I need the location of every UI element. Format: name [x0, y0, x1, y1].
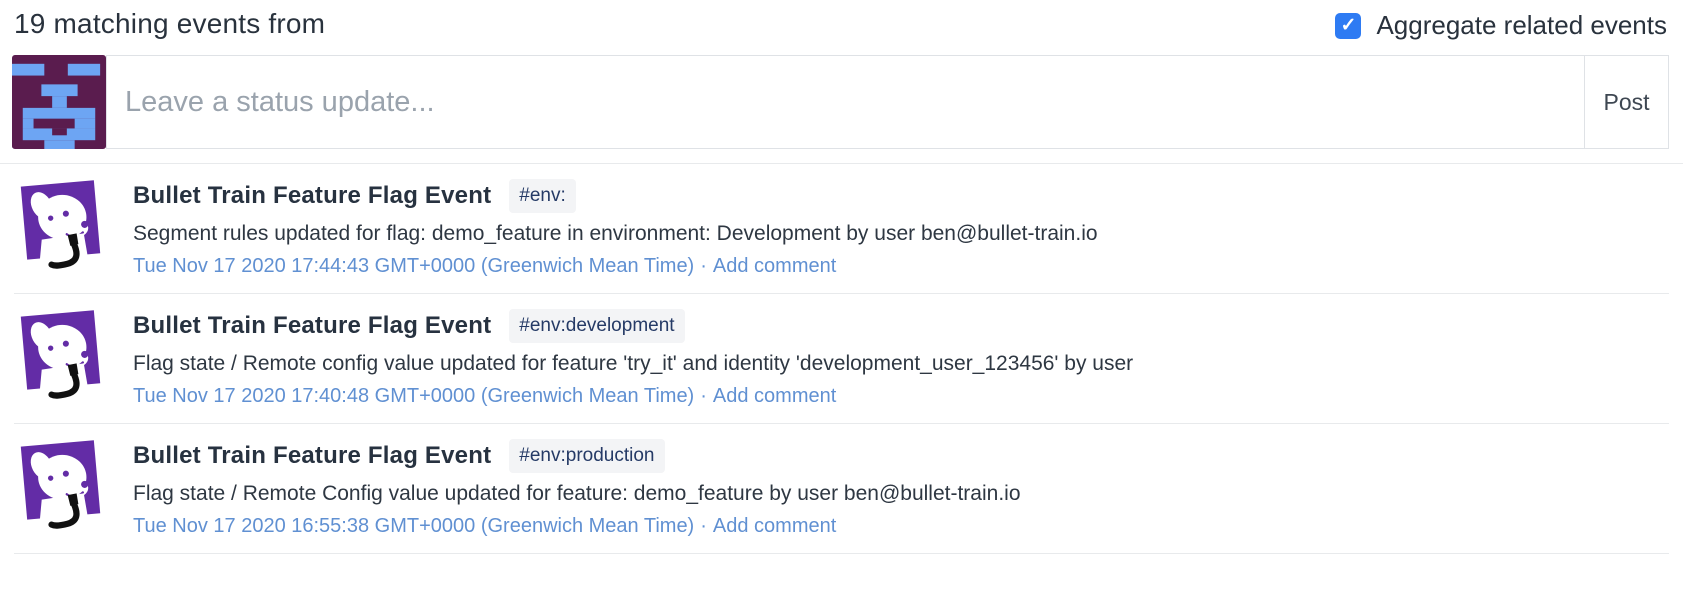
- post-button[interactable]: Post: [1584, 56, 1668, 148]
- event-content: Bullet Train Feature Flag Event #env: Se…: [133, 177, 1098, 278]
- aggregate-label: Aggregate related events: [1376, 10, 1667, 41]
- event-timestamp-link[interactable]: Tue Nov 17 2020 17:40:48 GMT+0000 (Green…: [133, 385, 694, 407]
- status-update-composer: Post: [12, 55, 1669, 149]
- event-title: Bullet Train Feature Flag Event: [133, 312, 491, 340]
- event-content: Bullet Train Feature Flag Event #env:pro…: [133, 437, 1021, 538]
- event-content: Bullet Train Feature Flag Event #env:dev…: [133, 307, 1133, 408]
- add-comment-link[interactable]: Add comment: [713, 385, 836, 407]
- env-tag-pill[interactable]: #env:: [509, 179, 575, 213]
- event-timestamp-link[interactable]: Tue Nov 17 2020 16:55:38 GMT+0000 (Green…: [133, 515, 694, 537]
- events-header: 19 matching events from ✓ Aggregate rela…: [0, 0, 1683, 51]
- event-description: Segment rules updated for flag: demo_fea…: [133, 222, 1098, 246]
- event-row: Bullet Train Feature Flag Event #env:dev…: [14, 294, 1669, 424]
- add-comment-link[interactable]: Add comment: [713, 515, 836, 537]
- datadog-dog-avatar-icon: [14, 307, 107, 400]
- event-title: Bullet Train Feature Flag Event: [133, 442, 491, 470]
- event-stream: Bullet Train Feature Flag Event #env: Se…: [14, 164, 1669, 554]
- env-tag-pill[interactable]: #env:production: [509, 439, 664, 473]
- status-update-input[interactable]: [107, 56, 1584, 148]
- event-title: Bullet Train Feature Flag Event: [133, 182, 491, 210]
- datadog-dog-avatar-icon: [14, 177, 107, 270]
- meta-separator: ·: [694, 255, 713, 277]
- event-meta-line: Tue Nov 17 2020 16:55:38 GMT+0000 (Green…: [133, 515, 1021, 538]
- event-description: Flag state / Remote config value updated…: [133, 352, 1133, 376]
- env-tag-pill[interactable]: #env:development: [509, 309, 684, 343]
- event-meta-line: Tue Nov 17 2020 17:40:48 GMT+0000 (Green…: [133, 385, 1133, 408]
- event-description: Flag state / Remote Config value updated…: [133, 482, 1021, 506]
- event-row: Bullet Train Feature Flag Event #env:pro…: [14, 424, 1669, 554]
- event-row: Bullet Train Feature Flag Event #env: Se…: [14, 164, 1669, 294]
- aggregate-related-events-toggle[interactable]: ✓ Aggregate related events: [1335, 10, 1667, 41]
- event-timestamp-link[interactable]: Tue Nov 17 2020 17:44:43 GMT+0000 (Green…: [133, 255, 694, 277]
- datadog-dog-avatar-icon: [14, 437, 107, 530]
- status-update-box: Post: [106, 55, 1669, 149]
- meta-separator: ·: [694, 515, 713, 537]
- matching-events-title: 19 matching events from: [14, 8, 325, 40]
- add-comment-link[interactable]: Add comment: [713, 255, 836, 277]
- meta-separator: ·: [694, 385, 713, 407]
- event-meta-line: Tue Nov 17 2020 17:44:43 GMT+0000 (Green…: [133, 255, 1098, 278]
- checked-checkbox-icon[interactable]: ✓: [1335, 13, 1361, 39]
- user-identicon-avatar: [12, 55, 106, 149]
